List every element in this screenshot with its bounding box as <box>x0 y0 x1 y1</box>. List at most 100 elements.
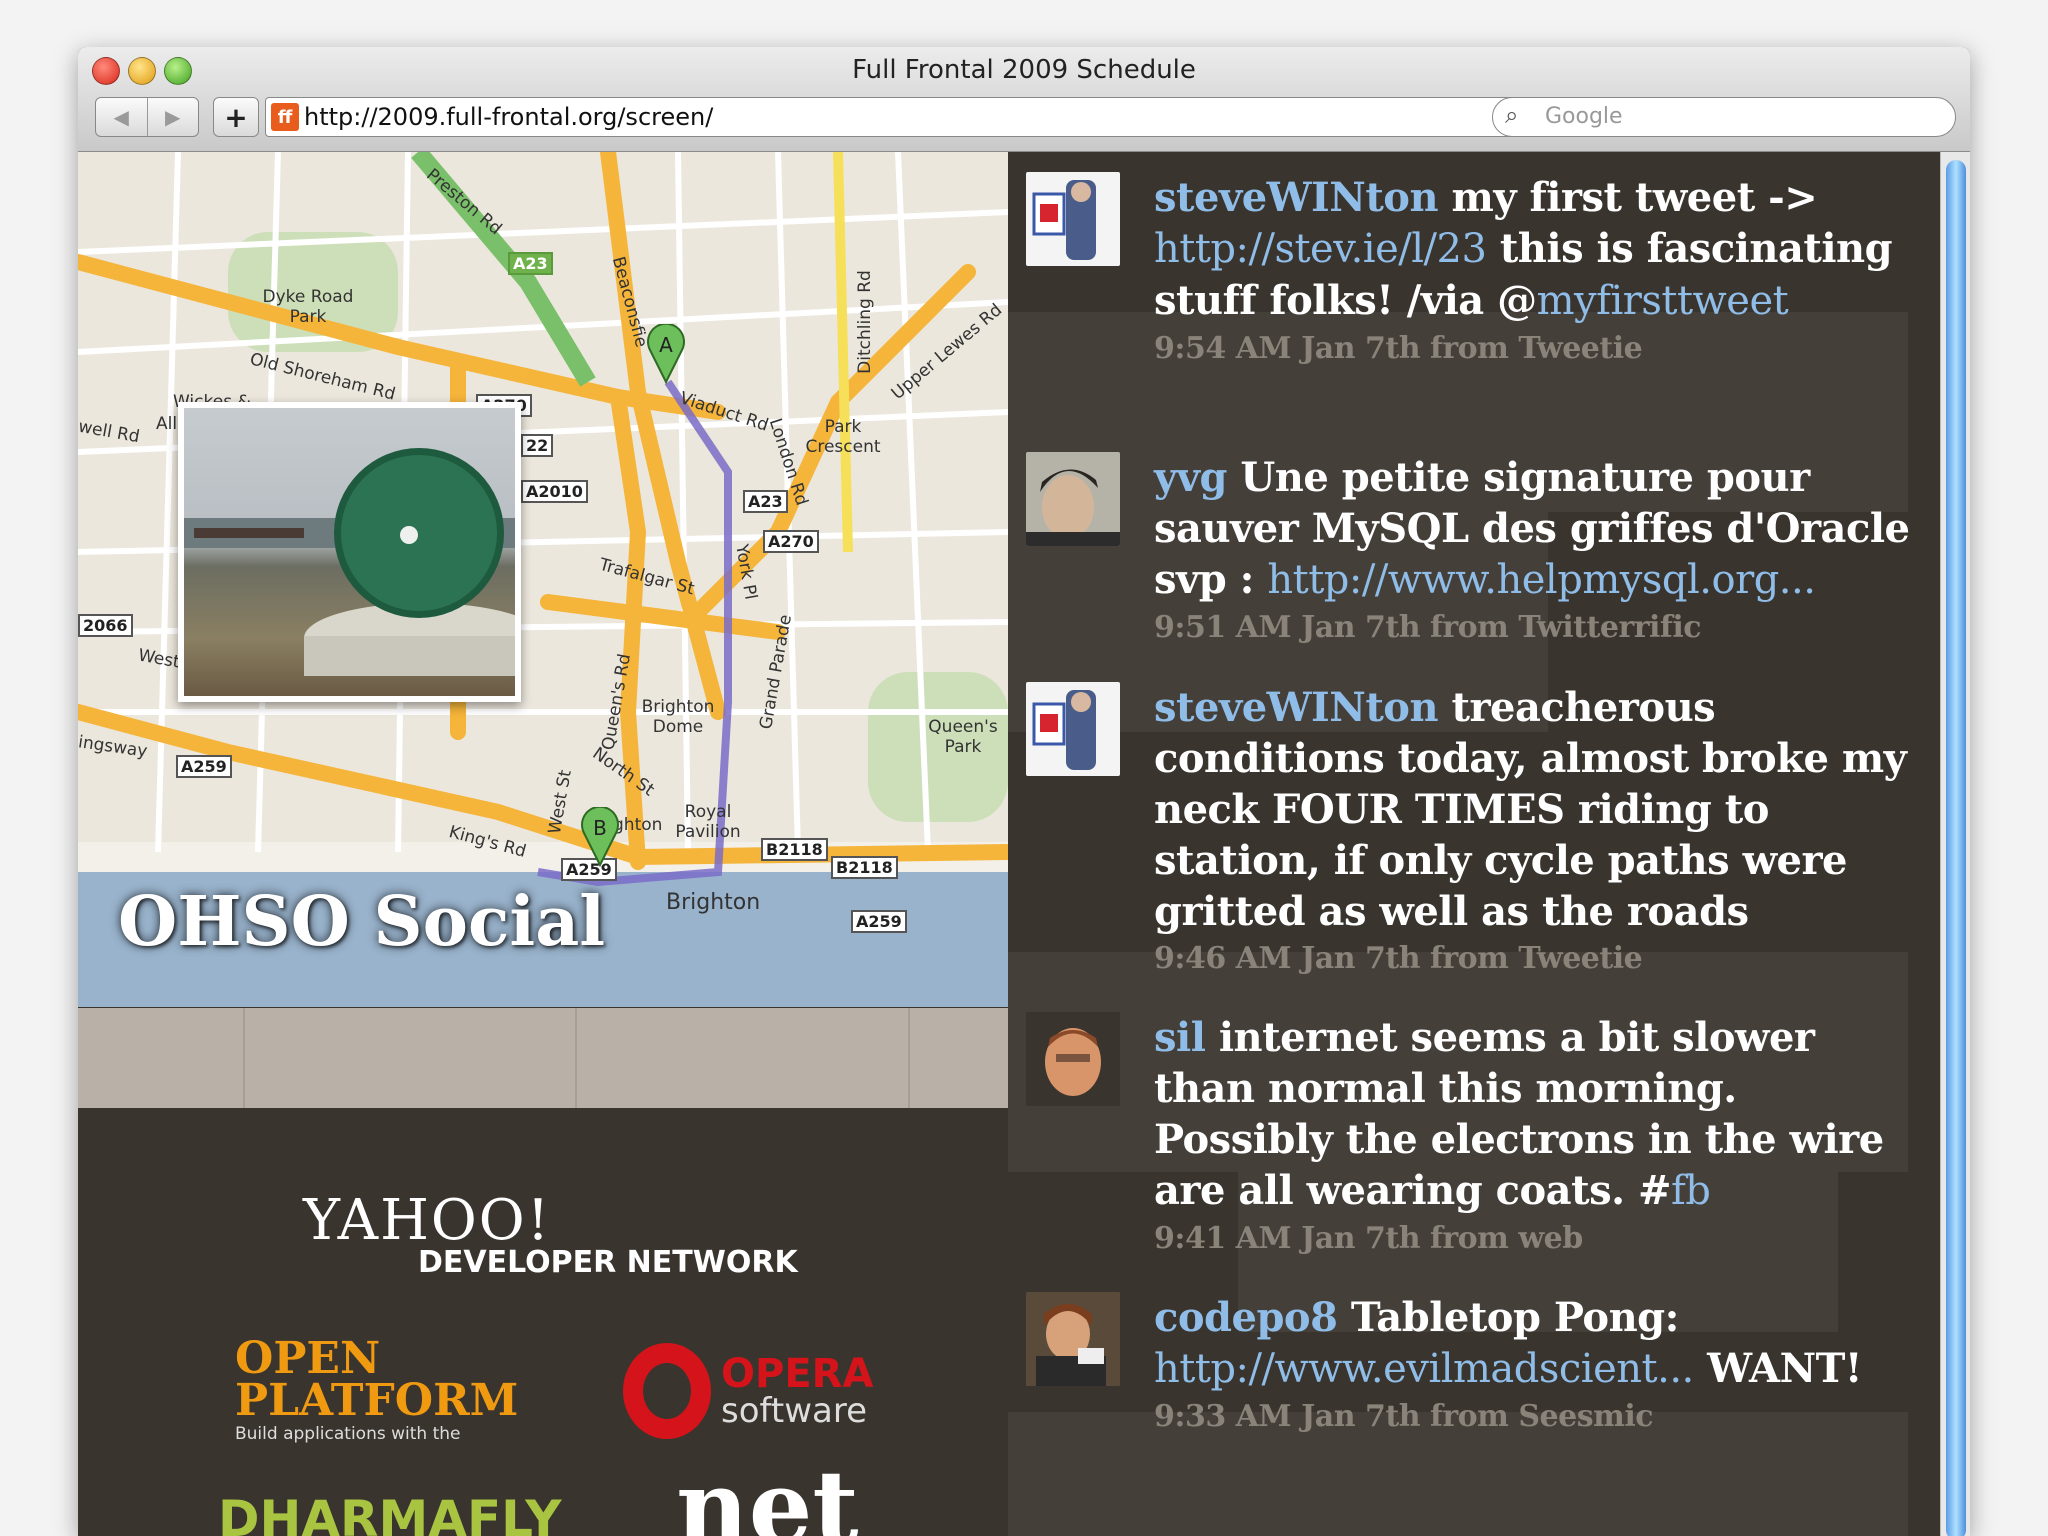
net-magazine-logo[interactable]: net <box>676 1448 859 1536</box>
window-title: Full Frontal 2009 Schedule <box>852 55 1196 85</box>
avatar-image <box>1026 1292 1120 1386</box>
tweet: yvg Une petite signature pour sauver MyS… <box>1026 452 1916 662</box>
tweet-author[interactable]: codepo8 <box>1154 1294 1338 1341</box>
road-shield: 22 <box>521 434 554 457</box>
venue-map[interactable]: Preston Rd A23 Dyke Road Park Old Shoreh… <box>78 152 1008 1007</box>
strip-divider <box>575 1008 577 1108</box>
dharmafly-logo[interactable]: DHARMAFLY <box>218 1490 561 1536</box>
tweet-body: yvg Une petite signature pour sauver MyS… <box>1154 452 1924 650</box>
tweet-meta: 9:54 AM Jan 7th from Tweetie <box>1154 331 1643 366</box>
yahoo-developer-network-logo[interactable]: YAHOO! DEVELOPER NETWORK <box>303 1188 798 1280</box>
avatar-image <box>1026 452 1120 546</box>
tweet-text: Tabletop Pong: <box>1337 1294 1680 1341</box>
road-shield: B2118 <box>761 838 828 861</box>
road-shield: 2066 <box>78 614 133 637</box>
tweet-text: my first tweet -> <box>1438 174 1818 221</box>
open-platform-word1: OPEN <box>235 1333 381 1384</box>
map-marker-a[interactable]: A <box>646 324 686 384</box>
area-label: Royal Pavilion <box>675 802 741 842</box>
svg-text:B: B <box>593 816 607 840</box>
park-label: Dyke Road Park <box>262 287 354 327</box>
history-nav: ◀ ▶ <box>95 97 199 137</box>
tweet: steveWINton my first tweet -> http://ste… <box>1026 172 1916 432</box>
back-arrow-icon: ◀ <box>113 105 129 129</box>
user-avatar[interactable] <box>1026 172 1120 266</box>
scrollbar-thumb[interactable] <box>1946 160 1966 1536</box>
road-shield: A259 <box>176 755 232 778</box>
user-avatar[interactable] <box>1026 1012 1120 1106</box>
road-label: All <box>156 414 178 434</box>
venue-photo[interactable] <box>178 402 521 702</box>
schedule-strip <box>78 1008 1008 1108</box>
site-favicon: ff <box>271 103 299 131</box>
tweet-body: codepo8 Tabletop Pong: http://www.evilma… <box>1154 1292 1924 1439</box>
svg-text:A: A <box>659 333 673 357</box>
address-bar[interactable]: ff http://2009.full-frontal.org/screen/ … <box>265 97 1549 137</box>
tweet: sil internet seems a bit slower than nor… <box>1026 1012 1916 1272</box>
road-shield: B2118 <box>831 856 898 879</box>
twitter-feed: steveWINton my first tweet -> http://ste… <box>1008 152 1940 1536</box>
title-bar: Full Frontal 2009 Schedule ◀ ▶ + ff http… <box>78 47 1970 152</box>
tweet-meta: 9:51 AM Jan 7th from Twitterrific <box>1154 610 1701 645</box>
tweet-meta: 9:46 AM Jan 7th from Tweetie <box>1154 941 1643 976</box>
url-text[interactable]: http://2009.full-frontal.org/screen/ <box>304 103 713 131</box>
back-button[interactable]: ◀ <box>96 98 148 136</box>
forward-button[interactable]: ▶ <box>148 98 199 136</box>
tweet-link[interactable]: http://www.evilmadscient... <box>1154 1346 1694 1392</box>
tweet-author[interactable]: steveWINton <box>1154 684 1439 731</box>
tweet-author[interactable]: steveWINton <box>1154 174 1439 221</box>
open-platform-tagline: Build applications with the <box>235 1424 461 1444</box>
tweet-link[interactable]: http://www.helpmysql.org... <box>1267 557 1816 603</box>
town-label: Brighton <box>666 890 761 915</box>
vertical-scrollbar[interactable] <box>1940 152 1970 1536</box>
area-label: Park Crescent <box>805 417 881 457</box>
tweet: codepo8 Tabletop Pong: http://www.evilma… <box>1026 1292 1916 1512</box>
road-shield: A23 <box>508 252 553 275</box>
search-field[interactable]: ⌕ Google <box>1492 97 1956 137</box>
open-platform-word2: PLATFORM <box>235 1375 519 1426</box>
yahoo-subtitle: DEVELOPER NETWORK <box>418 1245 798 1280</box>
sponsors-panel: YAHOO! DEVELOPER NETWORK OPEN PLATFORM B… <box>78 1108 1008 1536</box>
tweet-meta: 9:33 AM Jan 7th from Seesmic <box>1154 1399 1654 1434</box>
photo-image <box>184 448 515 676</box>
tweet-text: internet seems a bit slower than normal … <box>1154 1014 1884 1214</box>
user-avatar[interactable] <box>1026 1292 1120 1386</box>
open-platform-logo[interactable]: OPEN PLATFORM Build applications with th… <box>235 1333 519 1445</box>
tweet-hashtag-link[interactable]: fb <box>1671 1168 1711 1214</box>
road-shield: A23 <box>743 490 788 513</box>
tweet-meta: 9:41 AM Jan 7th from web <box>1154 1221 1583 1256</box>
tweet: steveWINton treacherous conditions today… <box>1026 682 1916 982</box>
tweet-body: steveWINton treacherous conditions today… <box>1154 682 1924 981</box>
road-shield: A2010 <box>521 480 588 503</box>
add-bookmark-button[interactable]: + <box>213 97 259 137</box>
tweet-text: WANT! <box>1693 1345 1862 1392</box>
tweet-author[interactable]: sil <box>1154 1014 1206 1061</box>
opera-wordmark: OPERA <box>721 1351 874 1397</box>
opera-software-logo[interactable]: OPERA software <box>623 1343 873 1439</box>
forward-arrow-icon: ▶ <box>165 105 181 129</box>
tweet-link[interactable]: http://stev.ie/l/23 <box>1154 226 1487 272</box>
user-avatar[interactable] <box>1026 452 1120 546</box>
user-avatar[interactable] <box>1026 682 1120 776</box>
venue-name: OHSO Social <box>118 882 606 962</box>
road-shield: A259 <box>851 910 907 933</box>
map-marker-b[interactable]: B <box>580 807 620 867</box>
strip-divider <box>243 1008 245 1108</box>
avatar-image <box>1032 690 1096 770</box>
search-icon: ⌕ <box>1505 101 1519 129</box>
avatar-image <box>1032 180 1096 260</box>
road-label: Ditchling Rd <box>854 270 875 374</box>
area-label: ghton <box>613 815 663 835</box>
opera-subtitle: software <box>721 1391 868 1431</box>
area-label: Brighton Dome <box>641 697 715 737</box>
tweet-body: sil internet seems a bit slower than nor… <box>1154 1012 1924 1261</box>
park-label: Queen's Park <box>928 717 998 757</box>
tweet-mention-link[interactable]: myfirsttweet <box>1537 278 1789 324</box>
page-content: Preston Rd A23 Dyke Road Park Old Shoreh… <box>78 152 1970 1536</box>
tweet-author[interactable]: yvg <box>1154 454 1227 501</box>
tweet-body: steveWINton my first tweet -> http://ste… <box>1154 172 1924 371</box>
strip-divider <box>908 1008 910 1108</box>
browser-window: Full Frontal 2009 Schedule ◀ ▶ + ff http… <box>78 47 1970 1536</box>
yahoo-wordmark: YAHOO! <box>303 1188 552 1253</box>
search-placeholder: Google <box>1545 104 1623 129</box>
